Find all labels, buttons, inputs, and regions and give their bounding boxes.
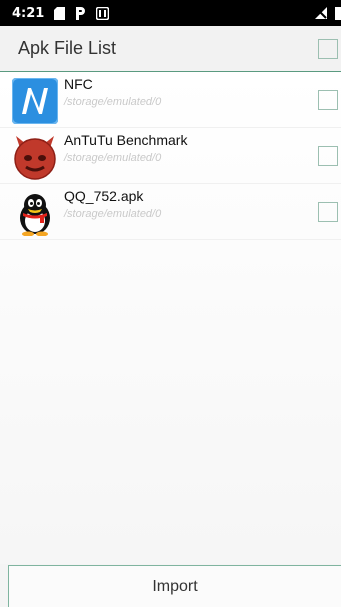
import-button[interactable]: Import [8, 565, 341, 607]
media-icon [96, 6, 110, 20]
list-item[interactable]: AnTuTu Benchmark /storage/emulated/0 [0, 128, 341, 184]
apk-checkbox[interactable] [318, 146, 338, 166]
apk-checkbox[interactable] [318, 90, 338, 110]
apk-name: AnTuTu Benchmark [64, 132, 188, 148]
apk-list: NFC /storage/emulated/0 AnTuTu Benchmark… [0, 72, 341, 564]
apk-name: NFC [64, 76, 93, 92]
no-signal-icon [315, 7, 327, 19]
antutu-app-icon [12, 134, 58, 180]
status-time: 4:21 [12, 5, 45, 21]
bottom-bar: Import [0, 564, 341, 607]
apk-checkbox[interactable] [318, 202, 338, 222]
apk-path: /storage/emulated/0 [64, 152, 162, 164]
screen: 4:21 Apk File List NFC /storage/emulated… [0, 0, 341, 607]
apk-name: QQ_752.apk [64, 188, 144, 204]
status-bar: 4:21 [0, 0, 341, 26]
apk-path: /storage/emulated/0 [64, 208, 162, 220]
parking-icon [75, 6, 86, 20]
status-right [315, 0, 341, 26]
nfc-app-icon [11, 77, 59, 125]
battery-icon [335, 6, 341, 20]
sd-card-icon [54, 6, 66, 20]
page-title: Apk File List [18, 38, 117, 58]
apk-path: /storage/emulated/0 [64, 96, 162, 108]
select-all-checkbox[interactable] [318, 39, 338, 59]
list-item[interactable]: QQ_752.apk /storage/emulated/0 [0, 184, 341, 240]
list-item[interactable]: NFC /storage/emulated/0 [0, 72, 341, 128]
qq-app-icon [12, 190, 58, 237]
app-header: Apk File List [0, 26, 341, 72]
import-button-label: Import [152, 577, 198, 595]
